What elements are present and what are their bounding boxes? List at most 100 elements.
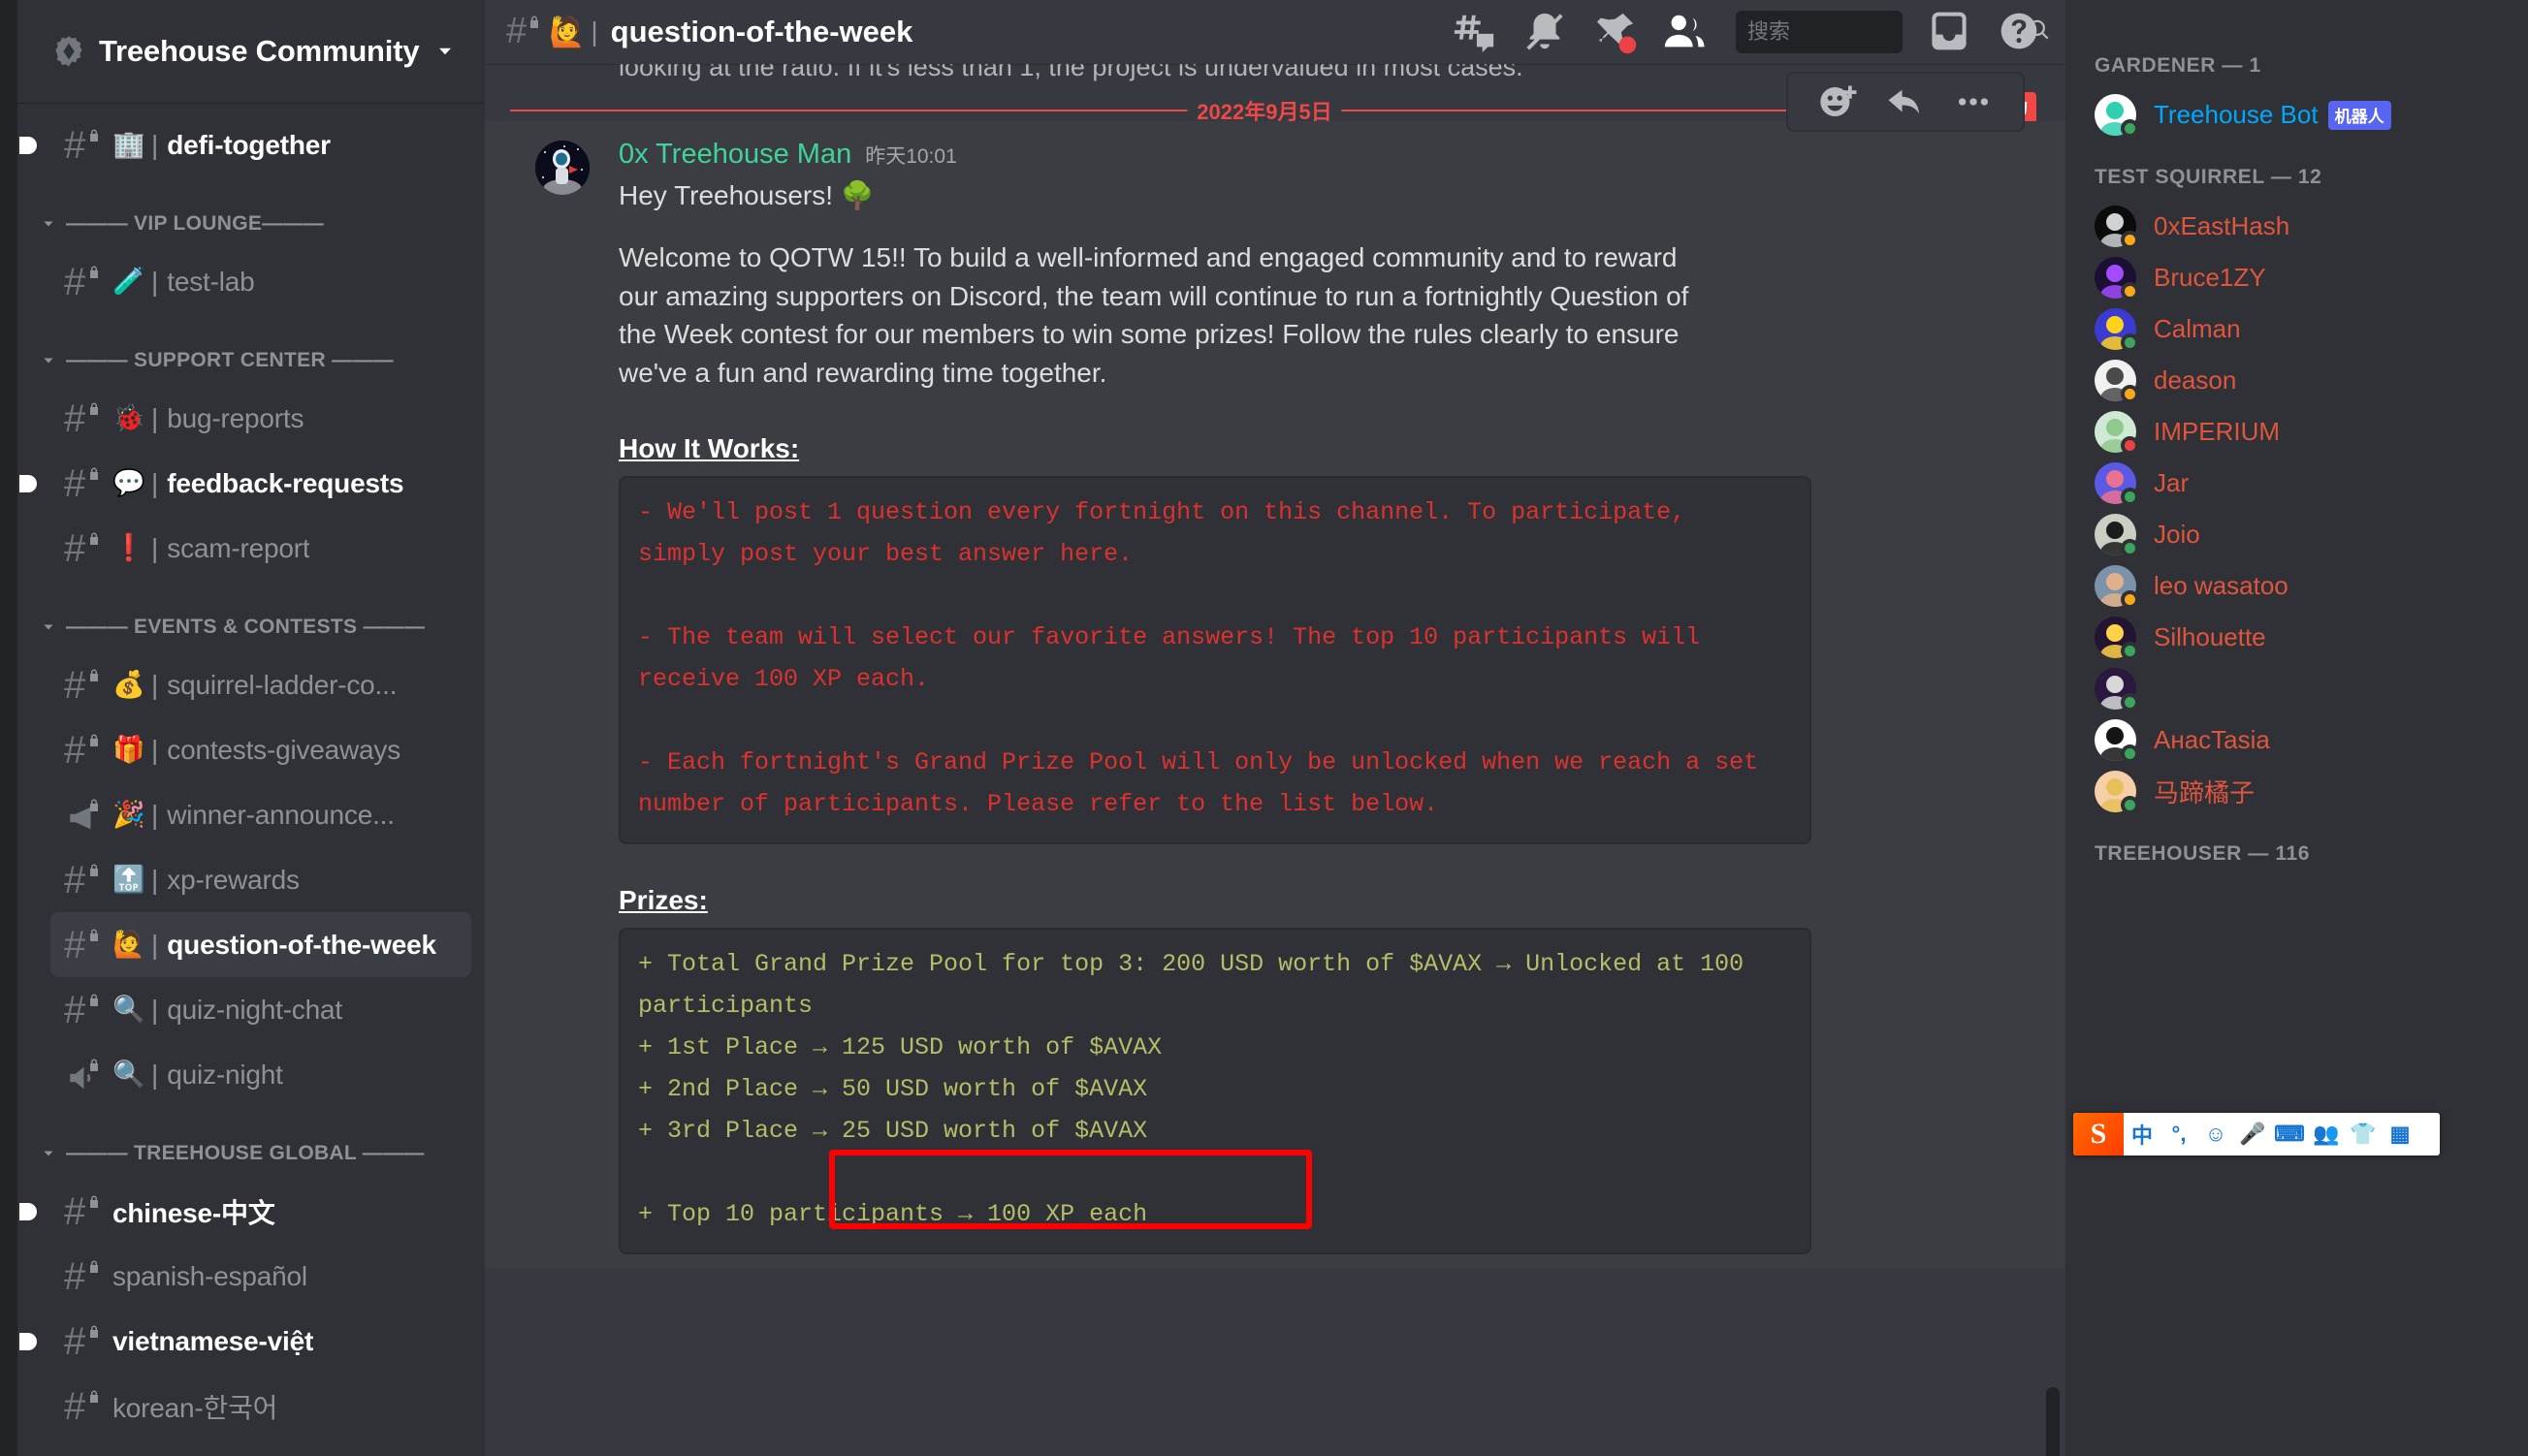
sidebar-item-quiz-night[interactable]: 🔍 | quiz-night — [50, 1042, 471, 1107]
sidebar-item-label: chinese-中文 — [112, 1197, 275, 1228]
member-list-item[interactable]: Joio — [2087, 509, 2516, 560]
member-list-item[interactable]: Calman — [2087, 303, 2516, 355]
channel-emoji: 🔝 — [112, 865, 145, 894]
avatar[interactable] — [2095, 94, 2139, 138]
category-header[interactable]: ——— VIP LOUNGE——— — [39, 203, 485, 245]
how-it-works-codeblock: - We'll post 1 question every fortnight … — [619, 475, 1811, 844]
member-group-header: TEST SQUIRREL — 12 — [2095, 166, 2322, 188]
message-scrollbar[interactable] — [2046, 1387, 2060, 1456]
category-header[interactable]: ——— TREEHOUSE GLOBAL ——— — [39, 1132, 485, 1175]
hash-lock-icon: # — [64, 666, 103, 705]
member-list-item[interactable]: Treehouse Bot 机器人 — [2087, 89, 2516, 141]
avatar[interactable] — [2095, 617, 2139, 660]
message-area[interactable]: looking at the ratio. If it's less than … — [485, 64, 2065, 1456]
divider-pipe: | — [151, 402, 159, 433]
speaker-lock-icon — [64, 1056, 103, 1094]
divider-pipe: | — [151, 929, 159, 960]
member-list-item[interactable]: leo wasatoo — [2087, 560, 2516, 612]
sidebar-item-korean-한국어[interactable]: # korean-한국어 — [50, 1374, 471, 1439]
status-badge — [2121, 796, 2139, 814]
member-list-item[interactable]: 0xEastHash — [2087, 201, 2516, 252]
member-list-item[interactable]: deason — [2087, 355, 2516, 406]
sidebar-item-chinese-中文[interactable]: # chinese-中文 — [19, 1179, 471, 1244]
unread-indicator — [19, 474, 37, 492]
ime-item-user-icon[interactable]: 👥 — [2308, 1113, 2345, 1155]
message-hover-toolbar[interactable] — [1786, 72, 2025, 132]
category-header[interactable]: ——— SUPPORT CENTER ——— — [39, 339, 485, 382]
avatar[interactable] — [2095, 462, 2139, 506]
pin-icon[interactable] — [1592, 10, 1637, 54]
avatar[interactable] — [2095, 411, 2139, 455]
sidebar-item-defi-together[interactable]: # 🏢 | defi-together — [19, 112, 471, 177]
search-input[interactable] — [1747, 19, 2027, 45]
member-name: IMPERIUM — [2154, 417, 2280, 446]
message[interactable]: 0x Treehouse Man 昨天10:01 Hey Treehousers… — [485, 121, 2065, 1268]
sidebar-item-test-lab[interactable]: # 🧪 | test-lab — [50, 249, 471, 314]
sidebar-item-feedback-requests[interactable]: # 💬 | feedback-requests — [19, 451, 471, 516]
threads-icon[interactable] — [1453, 10, 1497, 54]
ime-toolbar[interactable]: S 中 °, ☺ 🎤 ⌨ 👥 👕 ▦ — [2073, 1113, 2440, 1155]
search-box[interactable] — [1736, 11, 2049, 53]
sidebar-item-winner-announce-[interactable]: 🎉 | winner-announce... — [50, 782, 471, 847]
add-reaction-icon[interactable] — [1817, 81, 1858, 122]
status-badge — [2121, 119, 2139, 138]
prizes-heading-wrap: Prizes: — [619, 844, 2027, 916]
sidebar-item-scam-report[interactable]: # ❗ | scam-report — [50, 516, 471, 581]
guild-header[interactable]: Treehouse Community — [17, 0, 485, 103]
sidebar-item-vietnamese-việt[interactable]: # vietnamese-việt — [19, 1309, 471, 1374]
ime-item-skin-icon[interactable]: 👕 — [2345, 1113, 2382, 1155]
channel-list[interactable]: # 🏢 | defi-together ——— VIP LOUNGE——— # 🧪 | test… — [17, 103, 485, 1456]
avatar[interactable] — [2095, 565, 2139, 609]
avatar[interactable] — [2095, 206, 2139, 249]
sidebar-item-label: quiz-night-chat — [167, 994, 342, 1025]
bell-muted-icon[interactable] — [1522, 10, 1567, 54]
sidebar-item-quiz-night-chat[interactable]: # 🔍 | quiz-night-chat — [50, 977, 471, 1042]
member-list-item[interactable]: АнасTasia — [2087, 714, 2516, 766]
more-actions-icon[interactable] — [1953, 81, 1994, 122]
sidebar-item-squirrel-ladder-co-[interactable]: # 💰 | squirrel-ladder-co... — [50, 652, 471, 717]
avatar[interactable] — [2095, 719, 2139, 763]
channel-emoji: 🎉 — [112, 800, 145, 829]
avatar[interactable] — [2095, 257, 2139, 301]
avatar[interactable] — [2095, 668, 2139, 712]
ime-item-emoji-icon[interactable]: ☺ — [2197, 1113, 2234, 1155]
message-author[interactable]: 0x Treehouse Man — [619, 139, 851, 171]
sidebar-item-contests-giveaways[interactable]: # 🎁 | contests-giveaways — [50, 717, 471, 782]
member-list-item[interactable]: 马蹄橘子 — [2087, 766, 2516, 817]
reply-icon[interactable] — [1885, 81, 1926, 122]
chevron-down-icon[interactable] — [432, 39, 458, 64]
member-list-item[interactable]: Bruce1ZY — [2087, 252, 2516, 303]
ime-item-apps-icon[interactable]: ▦ — [2382, 1113, 2418, 1155]
hash-lock-icon: # — [64, 1257, 103, 1296]
ime-item-keyboard-icon[interactable]: ⌨ — [2271, 1113, 2308, 1155]
avatar[interactable] — [535, 141, 590, 195]
sidebar-item-spanish-espa-ol[interactable]: # spanish-español — [50, 1244, 471, 1309]
avatar[interactable] — [2095, 771, 2139, 814]
sidebar-item-question-of-the-week[interactable]: # 🙋 | question-of-the-week — [50, 912, 471, 977]
category-header[interactable]: ——— EVENTS & CONTESTS ——— — [39, 606, 485, 649]
server-rail[interactable] — [0, 0, 17, 1456]
member-list-item[interactable] — [2087, 663, 2516, 714]
member-list-item[interactable]: IMPERIUM — [2087, 406, 2516, 458]
chevron-down-icon — [39, 1144, 58, 1163]
help-icon[interactable] — [1998, 10, 2042, 54]
ime-item-punctuation[interactable]: °, — [2160, 1113, 2197, 1155]
member-list-item[interactable]: Silhouette — [2087, 612, 2516, 663]
ime-logo-icon[interactable]: S — [2073, 1113, 2124, 1155]
member-name: deason — [2154, 365, 2237, 395]
sidebar-item-bug-reports[interactable]: # 🐞 | bug-reports — [50, 386, 471, 451]
ime-item-chinese[interactable]: 中 — [2124, 1113, 2160, 1155]
sidebar-item-label: squirrel-ladder-co... — [167, 669, 398, 700]
member-list[interactable]: GARDENER — 1 Treehouse Bot 机器人 TEST SQUIRRE… — [2065, 0, 2528, 1456]
ime-item-microphone-icon[interactable]: 🎤 — [2234, 1113, 2271, 1155]
sidebar-item-label: korean-한국어 — [112, 1392, 278, 1423]
avatar[interactable] — [2095, 308, 2139, 352]
inbox-icon[interactable] — [1928, 10, 1972, 54]
channel-sidebar: Treehouse Community # 🏢 | defi-together ——— … — [17, 0, 485, 1456]
sidebar-item-xp-rewards[interactable]: # 🔝 | xp-rewards — [50, 847, 471, 912]
member-name: 0xEastHash — [2154, 211, 2290, 240]
avatar[interactable] — [2095, 360, 2139, 403]
members-icon[interactable] — [1662, 10, 1707, 54]
member-list-item[interactable]: Jar — [2087, 458, 2516, 509]
avatar[interactable] — [2095, 514, 2139, 557]
